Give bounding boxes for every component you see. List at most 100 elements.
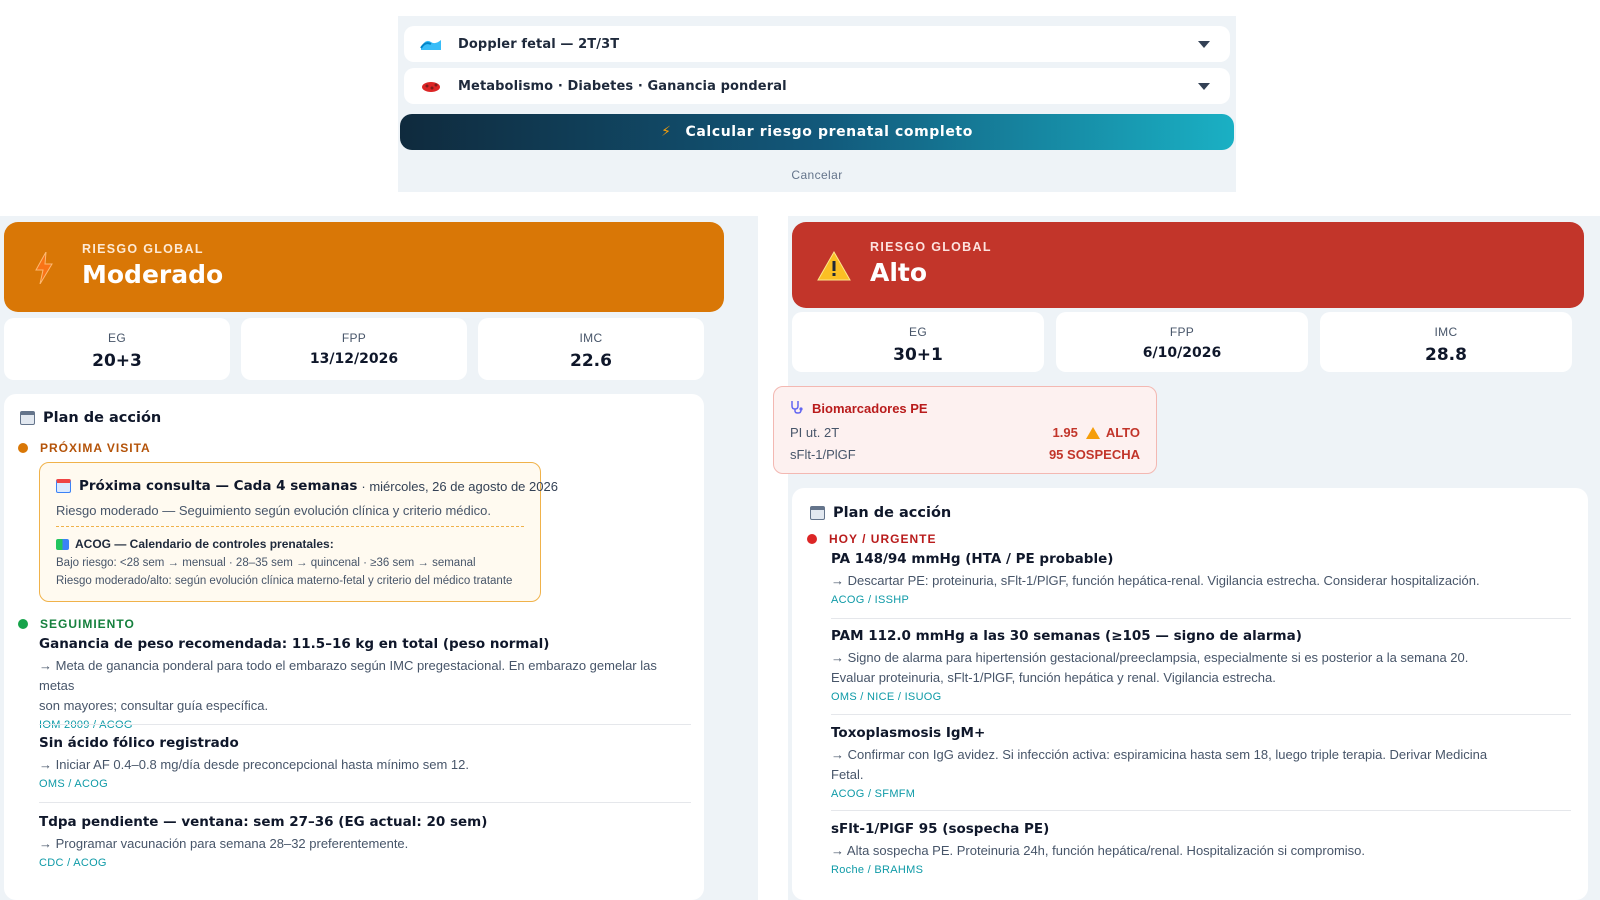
risk-banner: RIESGO GLOBAL Moderado <box>4 222 724 312</box>
divider <box>831 810 1571 811</box>
urgent-heading-text: HOY / URGENTE <box>829 532 937 546</box>
accordion-metabolism-label: Metabolismo · Diabetes · Ganancia ponder… <box>458 78 787 94</box>
list-item: PAM 112.0 mmHg a las 30 semanas (≥105 — … <box>831 628 1571 703</box>
stat-eg: EG 20+3 <box>4 318 230 380</box>
stat-label: IMC <box>1434 325 1458 339</box>
action-plan-title: Plan de acción <box>20 410 161 426</box>
action-plan-title-text: Plan de acción <box>43 410 162 426</box>
divider <box>831 618 1571 619</box>
stat-fpp: FPP 6/10/2026 <box>1056 312 1308 372</box>
next-visit-date: · miércoles, 26 de agosto de 2026 <box>361 478 558 494</box>
biomarker-value: 95 SOSPECHA <box>1048 447 1140 462</box>
list-item: Tdpa pendiente — ventana: sem 27–36 (EG … <box>39 814 695 869</box>
stat-value: 20+3 <box>92 351 142 371</box>
item-source: ACOG / ISSHP <box>831 594 910 606</box>
warning-icon <box>1085 426 1100 439</box>
item-title: PAM 112.0 mmHg a las 30 semanas (≥105 — … <box>831 628 1302 644</box>
item-description: → Descartar PE: proteinuria, sFlt-1/PlGF… <box>831 573 1480 588</box>
next-visit-title-text: Próxima consulta — Cada 4 semanas <box>79 478 358 494</box>
biomarker-row: PI ut. 2T 1.95 ALTO <box>790 425 1140 440</box>
divider <box>56 526 524 527</box>
item-source: Roche / BRAHMS <box>831 864 924 876</box>
item-description-line: → Confirmar con IgG avidez. Si infección… <box>831 747 1488 762</box>
item-description-line: → Signo de alarma para hipertensión gest… <box>831 650 1469 665</box>
risk-level: Alto <box>870 258 928 287</box>
item-description: → Signo de alarma para hipertensión gest… <box>831 648 1571 688</box>
item-description: → Iniciar AF 0.4–0.8 mg/día desde precon… <box>39 757 469 772</box>
next-visit-subtitle: Riesgo moderado — Seguimiento según evol… <box>56 503 491 518</box>
item-title: sFlt-1/PlGF 95 (sospecha PE) <box>831 821 1050 837</box>
accordion-doppler[interactable]: Doppler fetal — 2T/3T <box>404 26 1230 62</box>
calendar-icon <box>20 411 35 425</box>
chevron-down-icon <box>1198 82 1210 90</box>
result-moderate: RIESGO GLOBAL Moderado EG 20+3 FPP 13/12… <box>0 216 758 900</box>
stat-value: 30+1 <box>893 345 943 365</box>
books-icon <box>56 538 69 550</box>
action-plan-title: Plan de acción <box>810 505 951 521</box>
stat-value: 22.6 <box>570 351 612 371</box>
stat-value: 6/10/2026 <box>1142 345 1222 361</box>
biomarker-value: 1.95 ALTO <box>1053 425 1141 440</box>
divider <box>39 724 691 725</box>
risk-eyebrow: RIESGO GLOBAL <box>82 242 204 256</box>
cancel-link[interactable]: Cancelar <box>398 168 1236 182</box>
biomarkers-title: Biomarcadores PE <box>790 400 928 417</box>
item-source: OMS / NICE / ISUOG <box>831 691 942 703</box>
stat-label: IMC <box>579 331 603 345</box>
accordion-metabolism[interactable]: Metabolismo · Diabetes · Ganancia ponder… <box>404 68 1230 104</box>
item-title: Sin ácido fólico registrado <box>39 735 239 751</box>
warning-icon <box>816 250 852 287</box>
metabolism-icon <box>418 76 444 96</box>
doppler-wave-icon <box>418 34 444 54</box>
item-source: OMS / ACOG <box>39 778 109 790</box>
calendar-icon <box>810 506 825 520</box>
stat-label: EG <box>108 331 126 345</box>
stat-imc: IMC 28.8 <box>1320 312 1572 372</box>
item-title: Ganancia de peso recomendada: 11.5–16 kg… <box>39 636 550 652</box>
green-dot-icon <box>18 619 28 629</box>
item-description: → Meta de ganancia ponderal para todo el… <box>39 656 695 716</box>
acog-line-low-risk: Bajo riesgo: <28 sem → mensual · 28–35 s… <box>56 557 476 569</box>
stat-imc: IMC 22.6 <box>478 318 704 380</box>
follow-up-heading: SEGUIMIENTO <box>18 617 135 631</box>
divider <box>39 802 691 803</box>
calculator-form-footer: Doppler fetal — 2T/3T Metabolismo · Diab… <box>398 16 1236 192</box>
item-description-line: Evaluar proteinuria, sFlt-1/PlGF, funció… <box>831 670 1276 685</box>
stethoscope-icon <box>790 400 804 417</box>
orange-dot-icon <box>18 443 28 453</box>
biomarker-value-text: 1.95 <box>1052 425 1078 440</box>
stat-label: FPP <box>341 331 367 345</box>
lightning-icon: ⚡ <box>661 124 672 140</box>
action-plan-card: Plan de acción HOY / URGENTE PA 148/94 m… <box>792 488 1588 900</box>
result-high: RIESGO GLOBAL Alto EG 30+1 FPP 6/10/2026… <box>788 216 1600 900</box>
next-visit-heading: PRÓXIMA VISITA <box>18 441 151 455</box>
accordion-doppler-label: Doppler fetal — 2T/3T <box>458 36 620 52</box>
calculate-risk-label: Calcular riesgo prenatal completo <box>685 124 973 140</box>
next-visit-title: Próxima consulta — Cada 4 semanas · miér… <box>56 478 558 494</box>
list-item: PA 148/94 mmHg (HTA / PE probable) → Des… <box>831 551 1571 606</box>
risk-level: Moderado <box>82 260 224 289</box>
list-item: Ganancia de peso recomendada: 11.5–16 kg… <box>39 636 695 731</box>
urgent-heading: HOY / URGENTE <box>807 532 936 546</box>
stat-value: 28.8 <box>1425 345 1467 365</box>
item-description: → Programar vacunación para semana 28–32… <box>39 836 409 851</box>
item-title: PA 148/94 mmHg (HTA / PE probable) <box>831 551 1114 567</box>
list-item: Sin ácido fólico registrado → Iniciar AF… <box>39 735 695 790</box>
stat-label: EG <box>909 325 927 339</box>
follow-up-heading-text: SEGUIMIENTO <box>40 617 135 631</box>
stat-eg: EG 30+1 <box>792 312 1044 372</box>
next-visit-box: Próxima consulta — Cada 4 semanas · miér… <box>39 462 558 602</box>
calendar-icon <box>56 479 71 493</box>
biomarker-flag: ALTO <box>1105 425 1140 440</box>
acog-line-moderate-risk: Riesgo moderado/alto: según evolución cl… <box>56 575 513 587</box>
biomarker-label: PI ut. 2T <box>790 425 840 440</box>
item-source: ACOG / SFMFM <box>831 788 916 800</box>
biomarker-row: sFlt-1/PlGF 95 SOSPECHA <box>790 447 1140 462</box>
red-dot-icon <box>807 534 817 544</box>
item-description: → Confirmar con IgG avidez. Si infección… <box>831 745 1571 785</box>
calculate-risk-button[interactable]: ⚡ Calcular riesgo prenatal completo <box>400 114 1234 150</box>
item-source: CDC / ACOG <box>39 857 107 869</box>
stat-fpp: FPP 13/12/2026 <box>241 318 467 380</box>
lightning-icon <box>34 251 54 289</box>
risk-eyebrow: RIESGO GLOBAL <box>870 240 992 254</box>
